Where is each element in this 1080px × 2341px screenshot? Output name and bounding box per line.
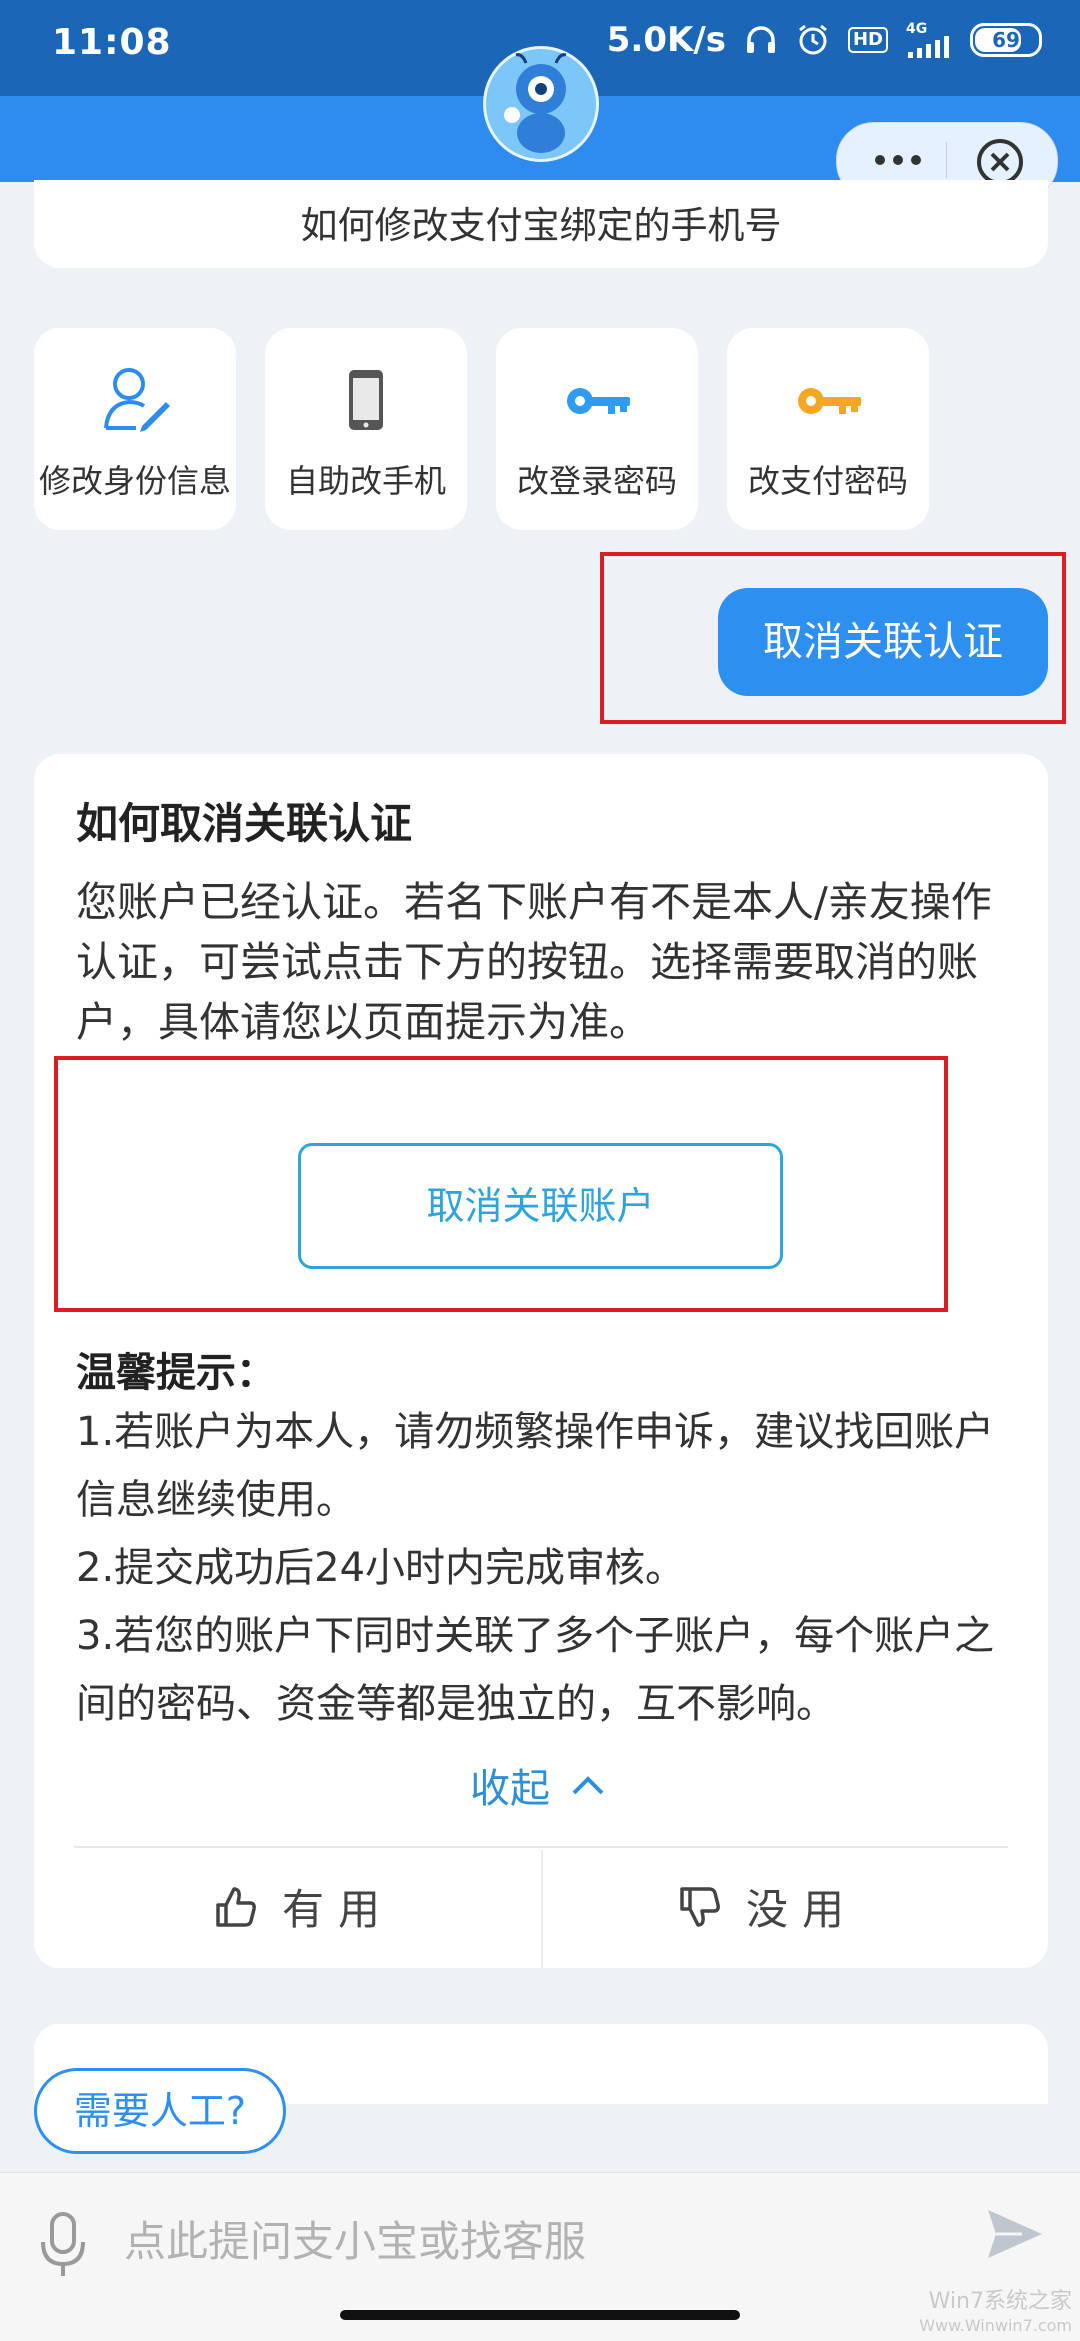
- feedback-separator: [541, 1850, 543, 1968]
- need-human-button[interactable]: 需要人工?: [34, 2068, 286, 2154]
- quick-action-label: 自助改手机: [285, 462, 446, 500]
- answer-body: 您账户已经认证。若名下账户有不是本人/亲友操作认证，可尝试点击下方的按钮。选择需…: [76, 878, 992, 1046]
- alarm-icon: [796, 23, 830, 57]
- phone-icon: [349, 370, 383, 430]
- useful-label: 有用: [282, 1885, 395, 1934]
- capsule-divider: [946, 142, 947, 178]
- collapse-label: 收起: [470, 1766, 550, 1812]
- status-time: 11:08: [52, 22, 172, 63]
- feedback-divider: [74, 1846, 1008, 1848]
- quick-action-pay-password[interactable]: 改支付密码: [727, 328, 929, 530]
- assistant-avatar: [483, 46, 599, 162]
- orange-key-icon: [798, 388, 861, 414]
- signal-icon: 4G: [906, 22, 952, 58]
- tip-item: 2.提交成功后24小时内完成审核。: [76, 1545, 686, 1591]
- useful-button[interactable]: 有用: [212, 1876, 394, 1937]
- quick-action-login-password[interactable]: 改登录密码: [496, 328, 698, 530]
- hd-icon: HD: [847, 27, 888, 53]
- network-speed: 5.0K/s: [606, 20, 726, 60]
- send-button[interactable]: [982, 2202, 1046, 2266]
- quick-action-label: 改支付密码: [747, 462, 908, 500]
- quick-action-label: 改登录密码: [516, 462, 677, 500]
- useless-label: 没用: [746, 1885, 859, 1934]
- voice-input-button[interactable]: [38, 2210, 88, 2280]
- headset-icon: [744, 23, 778, 57]
- quick-action-change-phone[interactable]: 自助改手机: [265, 328, 467, 530]
- battery-icon: 69: [970, 23, 1042, 57]
- collapse-button[interactable]: 收起: [470, 1756, 606, 1814]
- status-icons: 5.0K/s HD 4G 69: [607, 20, 1042, 60]
- home-indicator[interactable]: [340, 2310, 740, 2320]
- send-icon: [988, 2210, 1042, 2258]
- user-edit-icon: [104, 368, 170, 432]
- question-text[interactable]: 如何修改支付宝绑定的手机号: [34, 195, 1048, 249]
- blue-key-icon: [567, 388, 630, 414]
- quick-action-edit-identity[interactable]: 修改身份信息: [34, 328, 236, 530]
- thumbs-up-icon: [216, 1886, 256, 1927]
- thumbs-down-icon: [680, 1886, 720, 1927]
- tip-item: 1.若账户为本人，请勿频繁操作申诉，建议找回账户信息继续使用。: [76, 1409, 995, 1523]
- question-input[interactable]: 点此提问支小宝或找客服: [124, 2208, 586, 2269]
- more-dots-icon: [875, 155, 921, 165]
- useless-button[interactable]: 没用: [676, 1876, 858, 1937]
- tip-item: 3.若您的账户下同时关联了多个子账户，每个账户之间的密码、资金等都是独立的，互不…: [76, 1613, 995, 1727]
- network-type: 4G: [906, 21, 928, 37]
- tips-title: 温馨提示：: [76, 1350, 276, 1396]
- quick-action-label: 修改身份信息: [38, 462, 231, 500]
- more-button[interactable]: [860, 142, 936, 178]
- answer-title: 如何取消关联认证: [76, 799, 413, 848]
- highlight-box-message: [600, 552, 1066, 724]
- microphone-icon: [41, 2212, 85, 2276]
- chevron-up-icon: [572, 1776, 604, 1795]
- watermark: Win7系统之家 Www.Winwin7.com: [919, 2289, 1072, 2336]
- highlight-box-button: [54, 1056, 948, 1312]
